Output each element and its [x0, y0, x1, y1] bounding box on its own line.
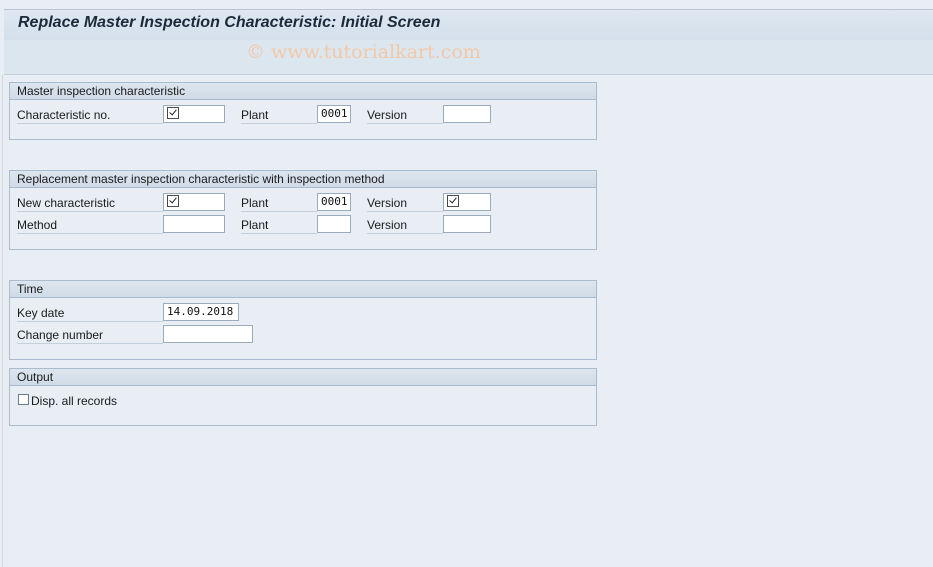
- watermark: © www.tutorialkart.com: [246, 41, 481, 63]
- required-field-icon: [447, 195, 459, 207]
- row-method: Method Plant Version: [10, 215, 596, 235]
- plant-field[interactable]: 0001: [317, 105, 351, 123]
- plant-label: Plant: [241, 107, 317, 124]
- main-content: Master inspection characteristic Charact…: [2, 75, 933, 567]
- row-characteristic: Characteristic no. Plant 0001 Version: [10, 105, 596, 125]
- method-label: Method: [17, 217, 163, 234]
- group-title: Output: [10, 369, 596, 386]
- group-time: Time Key date 14.09.2018 Change number: [9, 280, 597, 360]
- plant-label: Plant: [241, 195, 317, 212]
- method-field[interactable]: [163, 215, 225, 233]
- version-field[interactable]: [443, 193, 491, 211]
- version-label: Version: [367, 195, 443, 212]
- row-disp-all: Disp. all records: [10, 391, 596, 411]
- method-version-field[interactable]: [443, 215, 491, 233]
- version-label: Version: [367, 107, 443, 124]
- new-characteristic-label: New characteristic: [17, 195, 163, 212]
- group-title: Master inspection characteristic: [10, 83, 596, 100]
- group-output: Output Disp. all records: [9, 368, 597, 426]
- method-plant-label: Plant: [241, 217, 317, 234]
- change-number-field[interactable]: [163, 325, 253, 343]
- new-characteristic-field[interactable]: [163, 193, 225, 211]
- group-title: Time: [10, 281, 596, 298]
- required-field-icon: [167, 107, 179, 119]
- change-number-label: Change number: [17, 327, 163, 344]
- screen-title: Replace Master Inspection Characteristic…: [18, 14, 441, 31]
- characteristic-no-label: Characteristic no.: [17, 107, 163, 124]
- required-field-icon: [167, 195, 179, 207]
- group-title: Replacement master inspection characteri…: [10, 171, 596, 188]
- key-date-field[interactable]: 14.09.2018: [163, 303, 239, 321]
- method-plant-field[interactable]: [317, 215, 351, 233]
- sap-window: Replace Master Inspection Characteristic…: [0, 0, 933, 567]
- row-key-date: Key date 14.09.2018: [10, 303, 596, 323]
- row-change-number: Change number: [10, 325, 596, 345]
- version-field[interactable]: [443, 105, 491, 123]
- title-bar: Replace Master Inspection Characteristic…: [4, 9, 933, 41]
- characteristic-no-field[interactable]: [163, 105, 225, 123]
- key-date-label: Key date: [17, 305, 163, 322]
- row-new-characteristic: New characteristic Plant 0001 Version: [10, 193, 596, 213]
- method-version-label: Version: [367, 217, 443, 234]
- disp-all-records-label: Disp. all records: [31, 394, 118, 408]
- group-replacement: Replacement master inspection characteri…: [9, 170, 597, 250]
- plant-field[interactable]: 0001: [317, 193, 351, 211]
- group-master-characteristic: Master inspection characteristic Charact…: [9, 82, 597, 140]
- disp-all-records-checkbox[interactable]: [18, 394, 29, 405]
